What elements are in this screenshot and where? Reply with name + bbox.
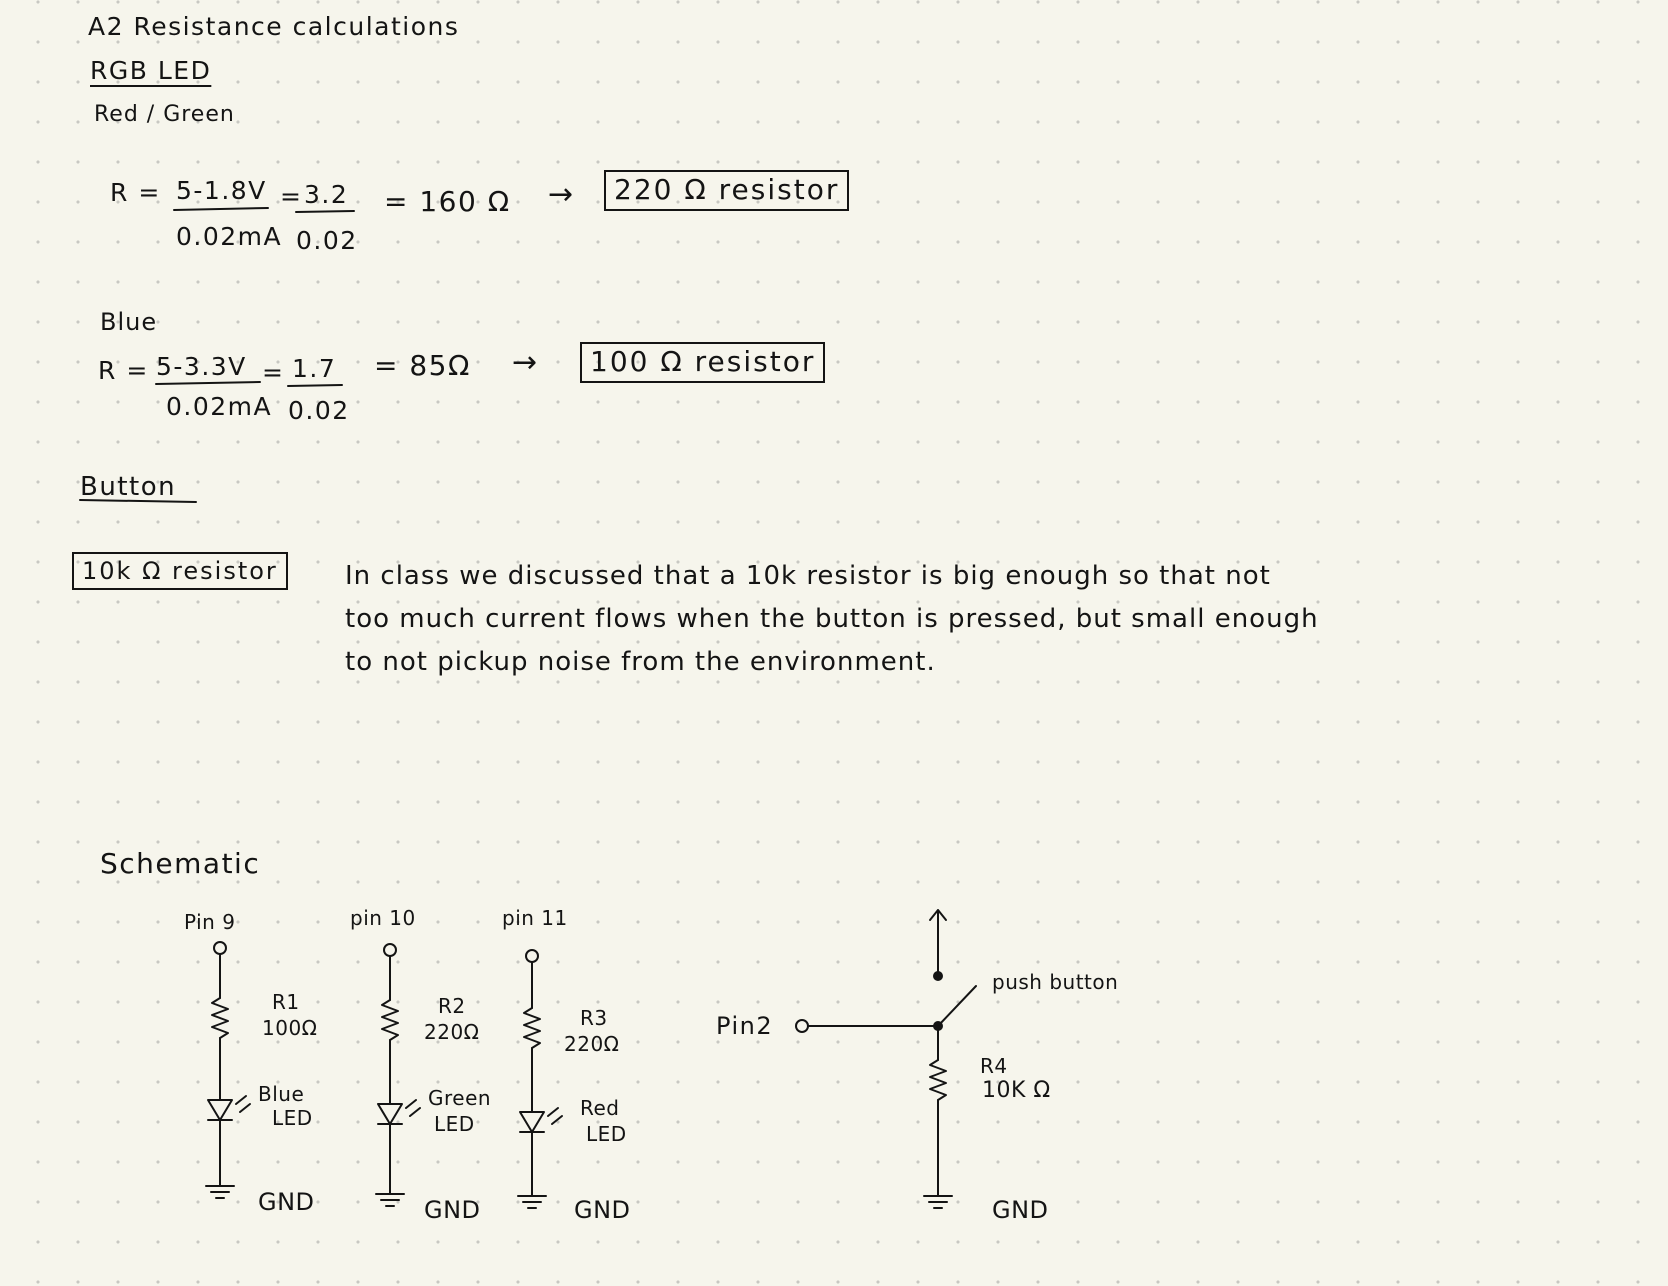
ground-symbol (205, 1185, 235, 1199)
resistor-zigzag (381, 999, 399, 1041)
pin-terminal (383, 943, 397, 957)
branch-1-symbols (205, 941, 251, 1199)
resistor-zigzag (523, 1007, 541, 1049)
ground-symbol (517, 1195, 547, 1209)
schematic-drawing (79, 207, 977, 1209)
switch-lever (937, 985, 977, 1027)
led-symbol (519, 1107, 563, 1133)
ground-symbol (375, 1193, 405, 1207)
branch-2-symbols (375, 943, 421, 1207)
switch-contact-top (933, 971, 943, 981)
resistor-zigzag (211, 997, 229, 1039)
pin2-terminal (795, 1019, 809, 1033)
led-symbol (207, 1095, 251, 1121)
button-circuit-symbols (795, 909, 977, 1209)
ground-symbol (923, 1195, 953, 1209)
blue-fraction-bar (155, 381, 343, 387)
rg-fraction-bar (173, 207, 355, 213)
pin-terminal (525, 949, 539, 963)
led-symbol (377, 1099, 421, 1125)
branch-3-symbols (517, 949, 563, 1209)
button-heading-underline (79, 499, 197, 503)
resistor-zigzag (929, 1059, 947, 1101)
vcc-arrow (929, 909, 947, 977)
pin-terminal (213, 941, 227, 955)
